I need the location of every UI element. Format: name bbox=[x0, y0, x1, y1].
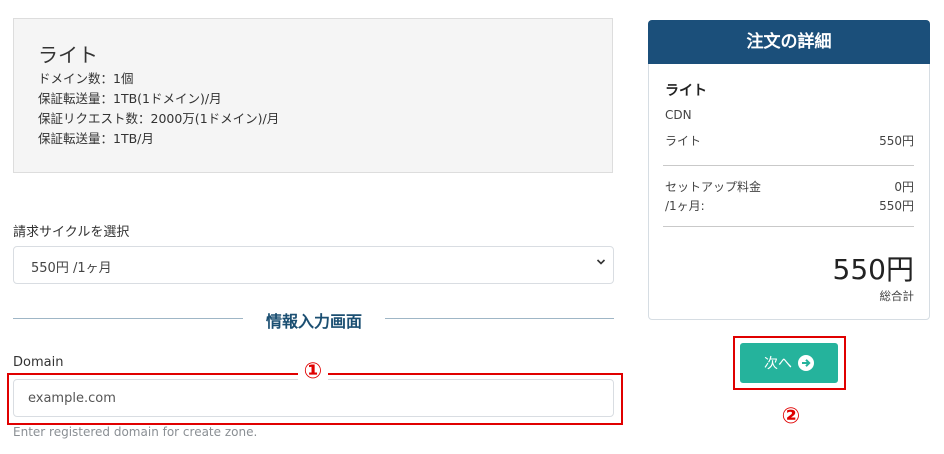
order-plan-price: 550円 bbox=[879, 134, 914, 148]
order-setup-label: セットアップ料金 bbox=[665, 180, 762, 194]
domain-label: Domain bbox=[13, 355, 64, 370]
plan-feature: 保証転送量：1TB/月 bbox=[38, 131, 154, 146]
order-divider bbox=[663, 226, 914, 227]
order-divider bbox=[663, 165, 914, 166]
annotation-marker-1: ① bbox=[298, 357, 328, 387]
plan-features: ドメイン数：1個 保証転送量：1TB(1ドメイン)/月 保証リクエスト数：200… bbox=[38, 69, 279, 149]
order-details-header: 注文の詳細 bbox=[648, 20, 930, 64]
section-title: 情報入力画面 bbox=[265, 312, 362, 331]
billing-cycle-label: 請求サイクルを選択 bbox=[13, 225, 130, 240]
plan-summary-box: ライト ドメイン数：1個 保証転送量：1TB(1ドメイン)/月 保証リクエスト数… bbox=[13, 18, 613, 173]
plan-feature: ドメイン数：1個 bbox=[38, 71, 134, 86]
order-monthly-label: /1ヶ月: bbox=[665, 199, 705, 213]
order-plan-name: ライト bbox=[665, 83, 707, 99]
order-plan-label: ライト bbox=[665, 134, 702, 148]
domain-help-text: Enter registered domain for create zone. bbox=[13, 425, 258, 439]
divider-line-left bbox=[13, 318, 243, 319]
order-monthly-price: 550円 bbox=[879, 199, 914, 213]
plan-name: ライト bbox=[38, 43, 98, 67]
divider-line-right bbox=[385, 318, 614, 319]
order-total-label: 総合計 bbox=[879, 289, 915, 303]
chevron-down-icon bbox=[596, 259, 606, 265]
annotation-marker-2: ② bbox=[781, 404, 801, 429]
billing-cycle-value: 550円 /1ヶ月 bbox=[31, 261, 112, 276]
annotation-box-next bbox=[733, 336, 846, 390]
plan-feature: 保証リクエスト数：2000万(1ドメイン)/月 bbox=[38, 111, 280, 126]
billing-cycle-select[interactable]: 550円 /1ヶ月 bbox=[13, 246, 614, 284]
plan-feature: 保証転送量：1TB(1ドメイン)/月 bbox=[38, 91, 222, 106]
order-total-amount: 550円 bbox=[832, 253, 914, 286]
order-setup-price: 0円 bbox=[894, 180, 914, 194]
order-service-name: CDN bbox=[665, 108, 692, 122]
